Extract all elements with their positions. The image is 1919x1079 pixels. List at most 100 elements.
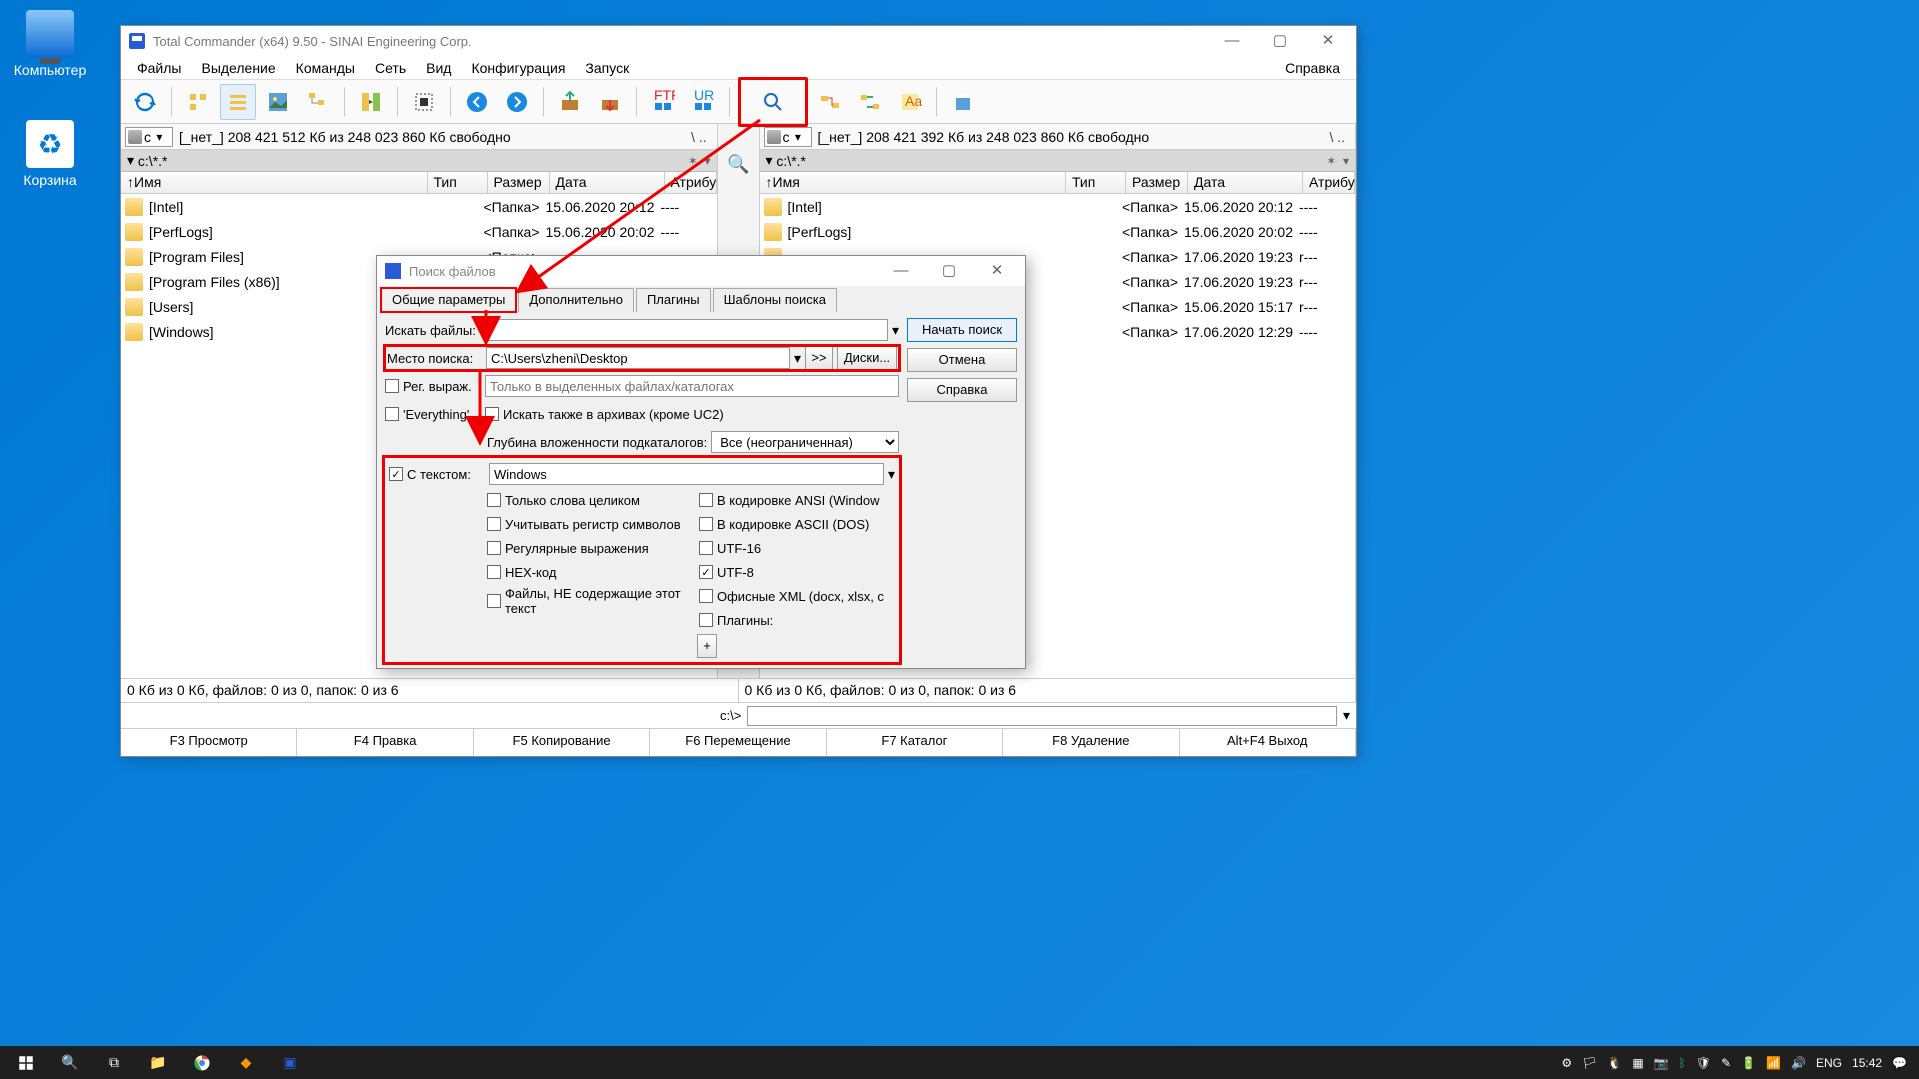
close-button[interactable]: ✕: [977, 257, 1017, 285]
forward-button[interactable]: [499, 84, 535, 120]
desktop-icon-trash[interactable]: Корзина: [10, 120, 90, 188]
unpack-button[interactable]: [592, 84, 628, 120]
col-size[interactable]: Размер: [488, 172, 550, 193]
fnkey[interactable]: F3 Просмотр: [121, 729, 297, 756]
minimize-button[interactable]: —: [881, 257, 921, 285]
drives-button[interactable]: Диски...: [837, 346, 897, 370]
checkbox[interactable]: [487, 565, 501, 579]
multirename-button[interactable]: Aa: [892, 84, 928, 120]
maximize-button[interactable]: ▢: [1260, 27, 1300, 55]
header-row[interactable]: ↑Имя Тип Размер Дата Атрибу: [121, 172, 717, 194]
menu-item[interactable]: Конфигурация: [461, 58, 575, 78]
checkbox[interactable]: [699, 589, 713, 603]
close-button[interactable]: ✕: [1308, 27, 1348, 55]
col-attr[interactable]: Атрибу: [665, 172, 717, 193]
favorites-button[interactable]: ✶ ▾: [1326, 154, 1349, 168]
rename-button[interactable]: [812, 84, 848, 120]
header-row[interactable]: ↑Имя Тип Размер Дата Атрибу: [760, 172, 1356, 194]
menu-item[interactable]: Вид: [416, 58, 461, 78]
menu-item[interactable]: Выделение: [191, 58, 285, 78]
dropdown-icon[interactable]: ▾: [794, 350, 801, 367]
ftp-button[interactable]: FTP: [645, 84, 681, 120]
back-button[interactable]: [459, 84, 495, 120]
checkbox-with-text[interactable]: [389, 467, 403, 481]
desktop-icon-computer[interactable]: Компьютер: [10, 10, 90, 78]
view-thumbs-button[interactable]: [260, 84, 296, 120]
menu-item[interactable]: Запуск: [575, 58, 639, 78]
notifications-icon[interactable]: 💬: [1892, 1056, 1907, 1070]
fnkey[interactable]: Alt+F4 Выход: [1180, 729, 1356, 756]
table-row[interactable]: [PerfLogs]<Папка>15.06.2020 20:02----: [760, 219, 1356, 244]
search-files-input[interactable]: [484, 319, 888, 341]
depth-select[interactable]: Все (неограниченная): [711, 431, 899, 453]
checkbox[interactable]: [487, 517, 501, 531]
chrome-icon[interactable]: [180, 1046, 224, 1079]
menu-item[interactable]: Файлы: [127, 58, 191, 78]
battery-icon[interactable]: 🔋: [1741, 1056, 1756, 1070]
tray-icon[interactable]: ▦: [1632, 1056, 1643, 1070]
volume-icon[interactable]: 🔊: [1791, 1056, 1806, 1070]
dropdown-icon[interactable]: ▾: [892, 322, 899, 339]
dropdown-icon[interactable]: ▾: [1343, 707, 1350, 724]
checkbox-regex[interactable]: [385, 379, 399, 393]
fnkey[interactable]: F4 Правка: [297, 729, 473, 756]
col-name[interactable]: ↑Имя: [760, 172, 1067, 193]
checkbox-everything[interactable]: [385, 407, 399, 421]
root-button[interactable]: \ ..: [1323, 129, 1351, 145]
dropdown-icon[interactable]: ▾: [888, 466, 895, 483]
cancel-button[interactable]: Отмена: [907, 348, 1017, 372]
col-size[interactable]: Размер: [1126, 172, 1188, 193]
defender-icon[interactable]: 🛡: [1696, 1056, 1711, 1070]
location-input[interactable]: [486, 347, 790, 369]
favorites-button[interactable]: ✶ ▾: [688, 154, 711, 168]
tab-advanced[interactable]: Дополнительно: [518, 288, 634, 312]
start-button[interactable]: [4, 1046, 48, 1079]
selected-only-input[interactable]: [485, 375, 899, 397]
sync-button[interactable]: [852, 84, 888, 120]
plus-button[interactable]: +: [697, 634, 717, 658]
tray-icon[interactable]: ✎: [1721, 1056, 1731, 1070]
tab-general[interactable]: Общие параметры: [381, 288, 516, 312]
maximize-button[interactable]: ▢: [929, 257, 969, 285]
col-attr[interactable]: Атрибу: [1303, 172, 1355, 193]
checkbox[interactable]: [699, 613, 713, 627]
checkbox[interactable]: [487, 594, 501, 608]
swap-panels-button[interactable]: [353, 84, 389, 120]
tab-templates[interactable]: Шаблоны поиска: [713, 288, 837, 312]
col-name[interactable]: ↑Имя: [121, 172, 428, 193]
checkbox[interactable]: [699, 493, 713, 507]
col-ext[interactable]: Тип: [428, 172, 488, 193]
menu-help[interactable]: Справка: [1275, 58, 1350, 78]
help-button[interactable]: Справка: [907, 378, 1017, 402]
search-button[interactable]: [738, 77, 808, 127]
root-button[interactable]: \ ..: [685, 129, 713, 145]
drive-selector[interactable]: c ▾: [125, 127, 173, 147]
checkbox[interactable]: [487, 541, 501, 555]
view-tree-button[interactable]: [300, 84, 336, 120]
bluetooth-icon[interactable]: ᛒ: [1679, 1056, 1686, 1070]
explorer-icon[interactable]: 📁: [136, 1046, 180, 1079]
sublime-icon[interactable]: ◆: [224, 1046, 268, 1079]
search-icon[interactable]: 🔍: [48, 1046, 92, 1079]
fnkey[interactable]: F5 Копирование: [474, 729, 650, 756]
invert-selection-button[interactable]: [406, 84, 442, 120]
command-input[interactable]: [747, 706, 1337, 726]
fnkey[interactable]: F7 Каталог: [827, 729, 1003, 756]
checkbox[interactable]: [487, 493, 501, 507]
start-search-button[interactable]: Начать поиск: [907, 318, 1017, 342]
notepad-button[interactable]: [945, 84, 981, 120]
tray-icon[interactable]: ⚙: [1561, 1056, 1572, 1070]
col-date[interactable]: Дата: [550, 172, 665, 193]
tray-icon[interactable]: 📷: [1654, 1056, 1669, 1070]
view-list-button[interactable]: [180, 84, 216, 120]
expand-button[interactable]: >>: [805, 346, 833, 370]
table-row[interactable]: [PerfLogs]<Папка>15.06.2020 20:02----: [121, 219, 717, 244]
table-row[interactable]: [Intel]<Папка>15.06.2020 20:12----: [760, 194, 1356, 219]
checkbox-archives[interactable]: [485, 407, 499, 421]
tab-plugins[interactable]: Плагины: [636, 288, 711, 312]
url-button[interactable]: URL: [685, 84, 721, 120]
taskview-icon[interactable]: ⧉: [92, 1046, 136, 1079]
titlebar[interactable]: Total Commander (x64) 9.50 - SINAI Engin…: [121, 26, 1356, 56]
minimize-button[interactable]: —: [1212, 27, 1252, 55]
view-brief-button[interactable]: [220, 84, 256, 120]
